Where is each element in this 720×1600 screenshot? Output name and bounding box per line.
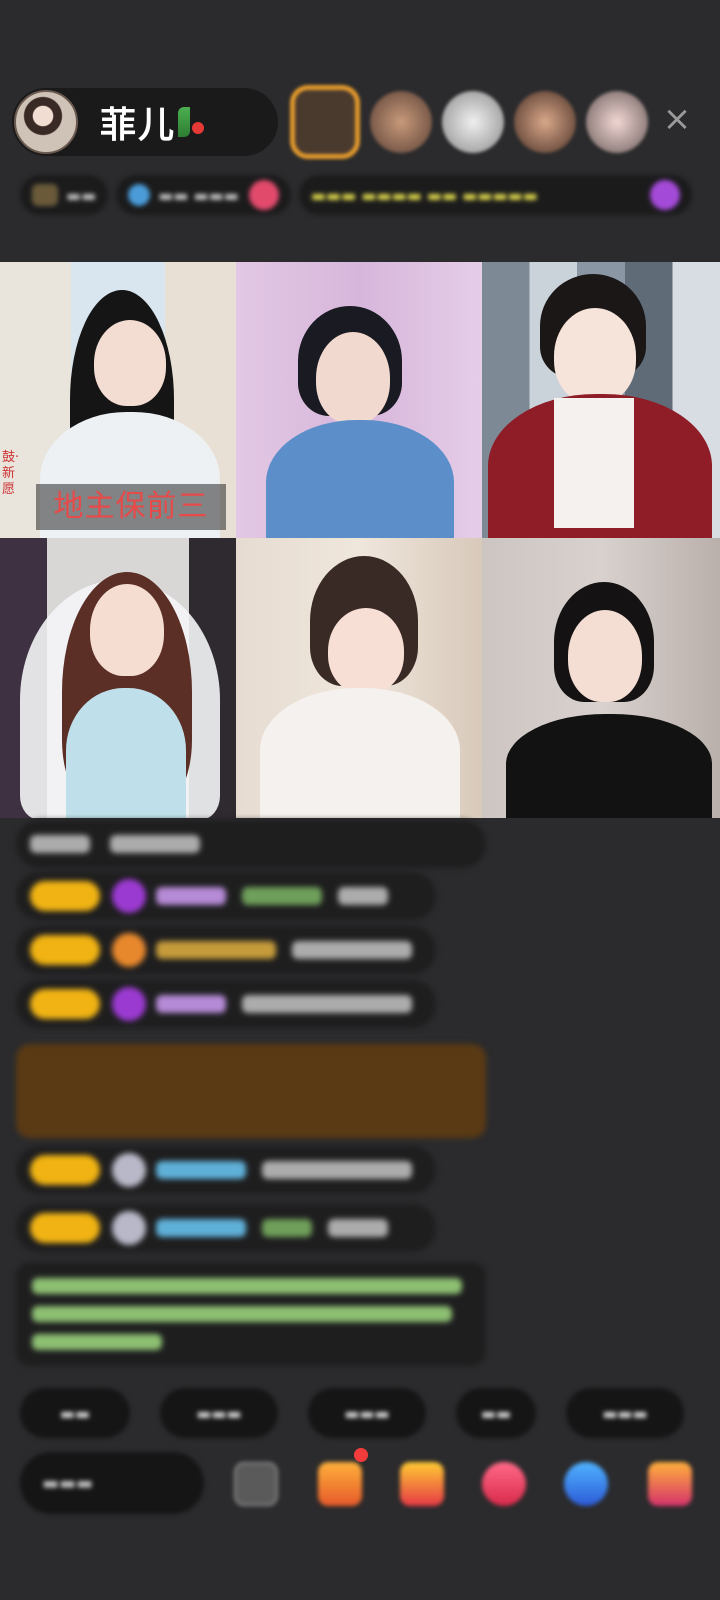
chat-message[interactable] <box>16 1146 436 1194</box>
gift-icon[interactable] <box>400 1462 444 1506</box>
chat-message[interactable] <box>16 1204 436 1252</box>
quick-reply-button[interactable]: ▬▬ <box>456 1388 536 1438</box>
chat-message[interactable] <box>16 926 436 974</box>
fan-badge <box>30 989 100 1019</box>
gift-box-icon[interactable] <box>318 1462 362 1506</box>
room-info-bar: ▬▬ ▬▬ ▬▬▬ ▬▬▬ ▬▬▬▬ ▬▬ ▬▬▬▬▬ <box>20 172 700 218</box>
video-tile-2[interactable] <box>236 262 482 538</box>
multi-host-video-grid: 鼓·新愿 地主保前三 <box>0 262 720 818</box>
video-tile-5[interactable] <box>236 538 482 818</box>
viewer-avatar[interactable] <box>514 91 576 153</box>
video-tile-1[interactable]: 鼓·新愿 地主保前三 <box>0 262 236 538</box>
quick-reply-button[interactable]: ▬▬▬ <box>160 1388 278 1438</box>
host-avatar[interactable] <box>14 90 78 154</box>
video-tile-3[interactable] <box>482 262 720 538</box>
notification-dot <box>354 1448 368 1462</box>
shop-icon[interactable] <box>648 1462 692 1506</box>
video-tile-4[interactable] <box>0 538 236 818</box>
room-notice-chip[interactable]: ▬▬▬ ▬▬▬▬ ▬▬ ▬▬▬▬▬ <box>298 175 692 215</box>
chat-icon[interactable] <box>564 1462 608 1506</box>
viewer-avatar[interactable] <box>586 91 648 153</box>
chat-input[interactable]: ▬▬▬ <box>20 1452 204 1514</box>
fan-badge <box>30 1213 100 1243</box>
room-rank-chip[interactable]: ▬▬ <box>20 175 109 215</box>
room-fans-chip[interactable]: ▬▬ ▬▬▬ <box>116 175 291 215</box>
chat-message[interactable] <box>16 872 436 920</box>
fan-badge <box>30 1155 100 1185</box>
top-viewers-row <box>290 84 658 160</box>
overlay-caption: 地主保前三 <box>36 484 226 530</box>
game-icon[interactable] <box>482 1462 526 1506</box>
host-name-emoji-leaf <box>178 107 191 137</box>
quick-reply-row: ▬▬ ▬▬▬ ▬▬▬ ▬▬ ▬▬▬ <box>20 1388 714 1438</box>
viewer-avatar[interactable] <box>442 91 504 153</box>
viewer-avatar[interactable] <box>370 91 432 153</box>
side-caption: 鼓·新愿 <box>2 450 20 497</box>
host-name-emoji-cherry <box>192 122 205 134</box>
gift-banner-message[interactable] <box>16 1044 486 1138</box>
host-name: 菲儿 <box>100 105 177 146</box>
close-icon[interactable]: × <box>662 102 692 136</box>
video-tile-6[interactable] <box>482 538 720 818</box>
quick-reply-button[interactable]: ▬▬▬ <box>308 1388 426 1438</box>
viewer-avatar-rank-1[interactable] <box>290 85 360 159</box>
system-announcement <box>16 1262 486 1366</box>
more-icon[interactable] <box>234 1462 278 1506</box>
quick-reply-button[interactable]: ▬▬▬ <box>566 1388 684 1438</box>
host-info-pill[interactable]: 菲儿 <box>12 88 278 156</box>
fan-badge <box>30 935 100 965</box>
chat-message[interactable] <box>16 980 436 1028</box>
chat-message[interactable] <box>16 820 486 868</box>
fan-badge <box>30 881 100 911</box>
quick-reply-button[interactable]: ▬▬ <box>20 1388 130 1438</box>
